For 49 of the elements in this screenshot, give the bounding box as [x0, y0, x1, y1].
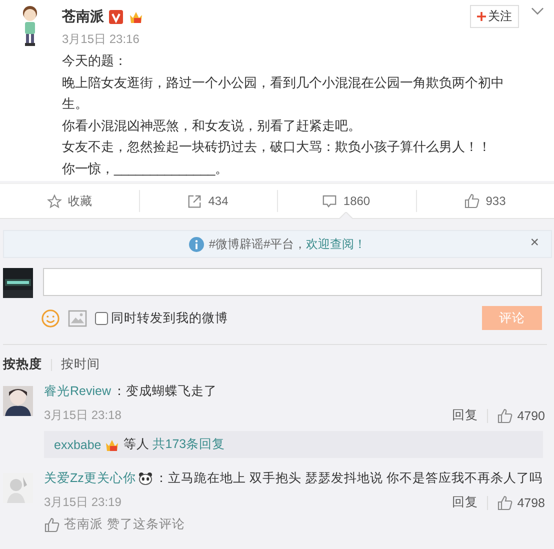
verified-badge-icon — [109, 10, 123, 24]
favorite-button[interactable]: 收藏 — [0, 184, 138, 218]
comment-text: ：立马跪在地上 双手抱头 瑟瑟发抖地说 你不是答应我不再杀人了吗 — [154, 470, 542, 487]
commenter-name[interactable]: 关爱Zz更关心你 — [44, 470, 136, 487]
post-text: 你一惊，______________。 — [62, 160, 230, 178]
close-button[interactable]: × — [528, 234, 541, 251]
thumbs-up-icon — [497, 408, 514, 424]
smiley-icon[interactable] — [41, 308, 60, 328]
star-icon — [46, 194, 62, 208]
sort-tab[interactable]: 按时间 — [61, 356, 100, 373]
replies-text: 等人 — [123, 436, 150, 453]
repost-checkbox[interactable] — [95, 312, 108, 324]
reply-user-name[interactable]: exxbabe — [54, 438, 102, 452]
comment-date: 3月15日 23:18 — [44, 407, 122, 424]
crown-badge-icon — [128, 10, 144, 24]
post-text: 你看小混混凶神恶煞，和女友说，别看了赶紧走吧。 — [62, 116, 362, 134]
follow-button[interactable]: 关注 — [470, 5, 519, 28]
thumbs-up-icon — [464, 193, 480, 209]
comment-date: 3月15日 23:19 — [44, 494, 122, 511]
repost-label: 同时转发到我的微博 — [111, 310, 228, 326]
notice-text: #微博辟谣#平台，欢迎查阅！ — [208, 236, 366, 252]
repost-button[interactable]: 434 — [138, 184, 277, 218]
sort-tab[interactable]: 按热度 — [3, 356, 42, 373]
thumbs-up-icon — [497, 494, 514, 510]
reply-link[interactable]: 回复 — [452, 407, 478, 424]
chevron-down-icon[interactable] — [531, 7, 544, 15]
post-text: 今天的题： — [62, 52, 128, 70]
like-button[interactable]: 933 — [416, 184, 554, 218]
reply-link[interactable]: 回复 — [452, 494, 478, 511]
like-button[interactable]: 4790 — [497, 408, 545, 424]
like-button[interactable]: 4798 — [497, 494, 545, 510]
comment-text: ：变成蝴蝶飞走了 — [113, 383, 217, 400]
crown-badge-icon — [104, 438, 120, 452]
author-name[interactable]: 苍南派 — [62, 8, 104, 26]
liked-by-text: 赞了这条评论 — [107, 516, 185, 533]
info-icon — [188, 236, 204, 252]
plus-icon — [477, 12, 486, 21]
image-icon[interactable] — [68, 310, 87, 326]
post-text: 女友不走，忽然捡起一块砖扔过去，破口大骂：欺负小孩子算什么男人！！ — [62, 138, 492, 156]
share-icon — [187, 194, 202, 208]
comment-input[interactable] — [43, 268, 542, 296]
replies-count-link[interactable]: 共173条回复 — [152, 436, 226, 453]
liked-by-user: 苍南派 — [64, 516, 103, 533]
commenter-name[interactable]: 睿光Review — [44, 383, 111, 400]
comment-icon — [322, 194, 338, 208]
thumbs-up-icon — [44, 516, 60, 532]
notice-link[interactable]: 欢迎查阅！ — [306, 236, 366, 250]
comment-button[interactable]: 1860 — [277, 184, 416, 218]
post-text: 晚上陪女友逛街，路过一个小公园，看到几个小混混在公园一角欺负两个初中生。 — [62, 74, 505, 113]
